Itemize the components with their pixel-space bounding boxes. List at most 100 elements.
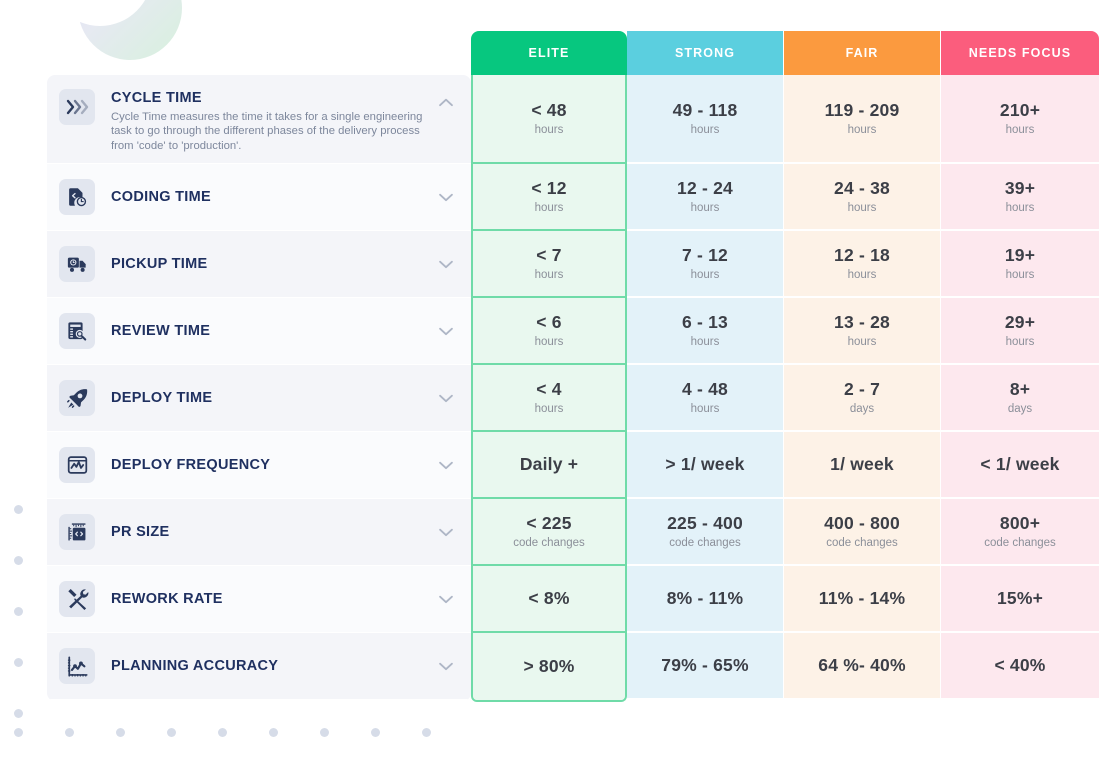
benchmark-unit: hours [690,124,720,136]
benchmark-value: < 1/ week [980,454,1060,474]
benchmark-cell: 12 - 24 hours [627,164,783,231]
rocket-icon [59,380,95,416]
benchmark-unit: hours [534,269,564,281]
benchmark-unit: hours [534,124,564,136]
column-needs-focus: NEEDS FOCUS 210+ hours 39+ hours 19+ hours 29+… [941,31,1099,700]
benchmark-value: 8% - 11% [666,588,744,608]
benchmark-value: < 48 [531,100,567,120]
metric-body: REVIEW TIME [95,322,435,340]
decorative-dot [14,709,23,718]
benchmark-cell: > 1/ week [627,432,783,499]
decorative-dot [14,505,23,514]
benchmark-value: > 1/ week [665,454,745,474]
benchmark-value: < 12 [531,178,567,198]
benchmark-value: < 7 [536,245,562,265]
metric-title: PLANNING ACCURACY [111,658,279,674]
tools-icon [59,581,95,617]
benchmark-cell: 8% - 11% [627,566,783,633]
metric-body: DEPLOY FREQUENCY [95,456,435,474]
chevron-down-icon[interactable] [435,521,457,543]
benchmark-value: 800+ [999,513,1041,533]
benchmark-unit: hours [690,403,720,415]
benchmark-cell: 11% - 14% [784,566,940,633]
benchmark-cell: 29+ hours [941,298,1099,365]
benchmark-cell: 6 - 13 hours [627,298,783,365]
chevron-down-icon[interactable] [435,320,457,342]
benchmark-value: 4 - 48 [682,379,728,399]
decorative-dot [116,728,125,737]
decorative-dot [14,658,23,667]
metric-body: CODING TIME [95,188,435,206]
column-header-strong: STRONG [627,31,783,75]
benchmark-cell: 7 - 12 hours [627,231,783,298]
metric-row[interactable]: CYCLE TIME Cycle Time measures the time i… [47,75,471,164]
metric-row[interactable]: PICKUP TIME [47,231,471,298]
benchmark-value: 39+ [1004,178,1036,198]
column-header-needs-focus: NEEDS FOCUS [941,31,1099,75]
column-strong: STRONG 49 - 118 hours 12 - 24 hours 7 - 12 ho… [627,31,783,700]
decorative-dot [320,728,329,737]
metric-title: PR SIZE [111,524,170,540]
benchmark-value: 64 %- 40% [818,655,906,675]
benchmark-unit: code changes [669,537,741,549]
chevron-down-icon[interactable] [435,253,457,275]
column-fair: FAIR 119 - 209 hours 24 - 38 hours 12 - 18 ho… [784,31,940,700]
benchmark-value: 8+ [1009,379,1031,399]
benchmark-unit: hours [534,403,564,415]
metric-row[interactable]: REVIEW TIME [47,298,471,365]
chevron-down-icon[interactable] [435,186,457,208]
metric-body: PICKUP TIME [95,255,435,273]
benchmark-value: 19+ [1004,245,1036,265]
metric-list-panel: CYCLE TIME Cycle Time measures the time i… [47,75,471,701]
column-cells-fair: 119 - 209 hours 24 - 38 hours 12 - 18 hours 13… [784,75,940,700]
file-clock-icon [59,179,95,215]
benchmark-value: 13 - 28 [834,312,890,332]
benchmark-cell: 39+ hours [941,164,1099,231]
chevron-down-icon[interactable] [435,387,457,409]
column-cells-elite: < 48 hours < 12 hours < 7 hours < 6 hours < 4 hou… [471,75,627,702]
benchmark-unit: hours [847,336,877,348]
benchmark-value: 79% - 65% [661,655,749,675]
benchmark-cell: < 1/ week [941,432,1099,499]
benchmark-unit: hours [690,336,720,348]
metric-row[interactable]: DEPLOY FREQUENCY [47,432,471,499]
metric-row[interactable]: PLANNING ACCURACY [47,633,471,700]
chevron-up-icon[interactable] [435,91,457,113]
chevron-down-icon[interactable] [435,454,457,476]
decorative-dot [218,728,227,737]
decorative-dot [14,556,23,565]
metric-row[interactable]: REWORK RATE [47,566,471,633]
document-search-icon [59,313,95,349]
metric-title: CODING TIME [111,189,211,205]
benchmark-value: 2 - 7 [843,379,881,399]
benchmark-unit: code changes [826,537,898,549]
chevrons-right-icon [59,89,95,125]
benchmark-cell: 12 - 18 hours [784,231,940,298]
benchmark-value: 1/ week [830,454,894,474]
benchmark-cell: < 7 hours [473,231,625,298]
benchmark-value: 119 - 209 [824,100,900,120]
chevron-down-icon[interactable] [435,588,457,610]
column-header-elite: ELITE [471,31,627,75]
column-header-fair: FAIR [784,31,940,75]
activity-monitor-icon [59,447,95,483]
benchmark-cell: 49 - 118 hours [627,75,783,164]
column-cells-strong: 49 - 118 hours 12 - 24 hours 7 - 12 hours 6 - … [627,75,783,700]
metric-row[interactable]: DEPLOY TIME [47,365,471,432]
chevron-down-icon[interactable] [435,655,457,677]
benchmark-cell: 119 - 209 hours [784,75,940,164]
metric-row[interactable]: CODING TIME [47,164,471,231]
benchmark-value: < 6 [536,312,562,332]
benchmark-cell: 1/ week [784,432,940,499]
benchmark-cell: 225 - 400 code changes [627,499,783,566]
delivery-truck-clock-icon [59,246,95,282]
benchmark-value: < 225 [526,513,572,533]
benchmark-cell: < 8% [473,566,625,633]
benchmark-value: Daily + [519,454,579,474]
benchmark-value: 7 - 12 [682,245,728,265]
benchmark-unit: code changes [513,537,585,549]
column-cells-needs-focus: 210+ hours 39+ hours 19+ hours 29+ hours 8+ days <… [941,75,1099,700]
metric-row[interactable]: PR SIZE [47,499,471,566]
metric-title: DEPLOY TIME [111,390,213,406]
benchmark-cell: 4 - 48 hours [627,365,783,432]
